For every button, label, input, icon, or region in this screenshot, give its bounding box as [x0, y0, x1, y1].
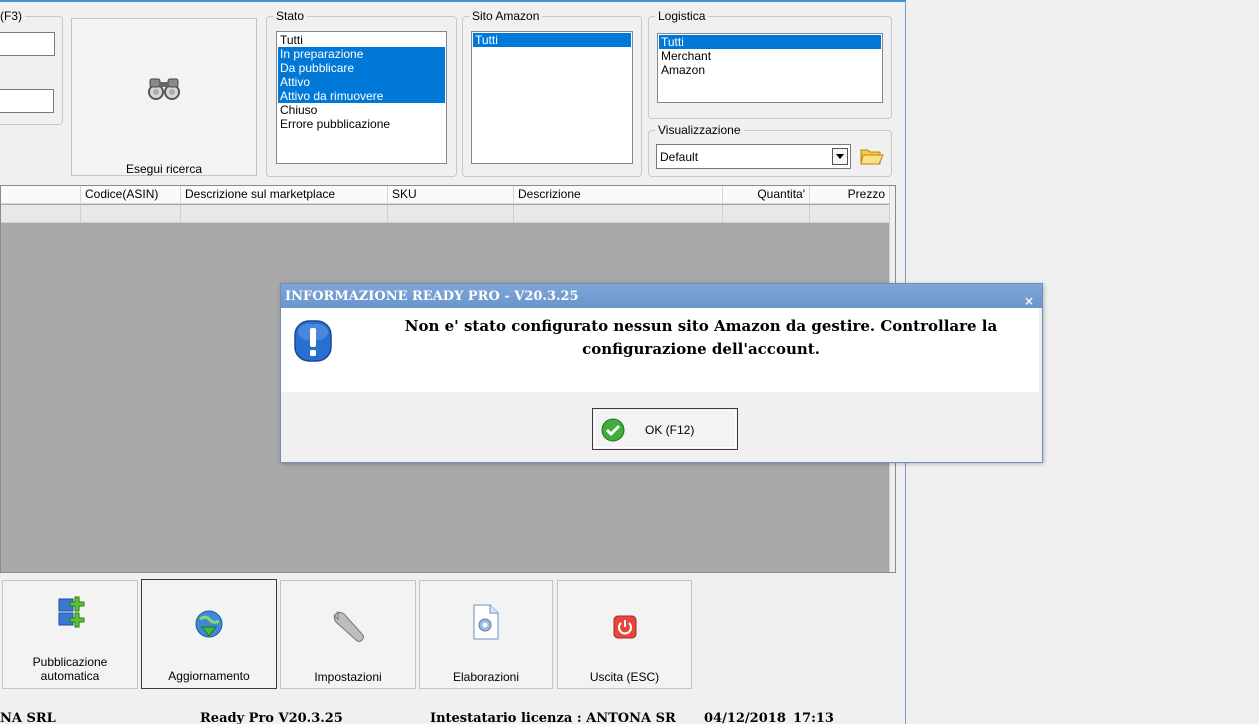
stato-list-item[interactable]: Attivo: [278, 75, 445, 89]
stato-list-item[interactable]: In preparazione: [278, 47, 445, 61]
search-button[interactable]: Esegui ricerca: [71, 18, 257, 176]
dialog-message: Non e' stato configurato nessun sito Ama…: [361, 315, 1041, 361]
folder-icon[interactable]: [858, 145, 884, 167]
dialog-message-line1: Non e' stato configurato nessun sito Ama…: [404, 317, 998, 335]
grid-col-blank: [1, 186, 81, 204]
stato-list-item[interactable]: Chiuso: [278, 103, 445, 117]
uscita-button[interactable]: Uscita (ESC): [557, 580, 692, 689]
publish-add-icon: [58, 596, 85, 628]
impostazioni-button[interactable]: Impostazioni: [280, 580, 416, 689]
stato-listbox[interactable]: Tutti In preparazione Da pubblicare Attivo A…: [276, 31, 447, 164]
visualizzazione-select[interactable]: Default: [656, 144, 851, 169]
info-dialog: INFORMAZIONE READY PRO - V20.3.25 × Non …: [280, 283, 1043, 463]
grid-header: Codice(ASIN) Descrizione sul marketplace…: [1, 186, 895, 204]
visualizzazione-value: Default: [660, 150, 699, 164]
impostazioni-label: Impostazioni: [314, 670, 382, 684]
aggiornamento-button[interactable]: Aggiornamento: [141, 579, 277, 689]
logistica-list-item[interactable]: Tutti: [659, 35, 881, 49]
sito-amazon-listbox[interactable]: Tutti: [471, 31, 633, 164]
globe-download-icon: [195, 610, 223, 638]
sito-list-item[interactable]: Tutti: [473, 33, 631, 47]
stato-list-item[interactable]: Tutti: [278, 33, 445, 47]
pubblicazione-automatica-button[interactable]: Pubblicazione automatica: [2, 580, 138, 689]
logistica-list-item[interactable]: Amazon: [659, 63, 881, 77]
logistica-listbox[interactable]: Tutti Merchant Amazon: [657, 33, 883, 103]
status-version: Ready Pro V20.3.25: [200, 711, 343, 724]
status-license: Intestatario licenza : ANTONA SR: [430, 711, 676, 724]
dialog-message-line2: configurazione dell'account.: [582, 340, 820, 358]
dropdown-arrow-icon[interactable]: [832, 148, 848, 165]
grid-col-descrizione-marketplace[interactable]: Descrizione sul marketplace: [181, 186, 388, 204]
search-button-label: Esegui ricerca: [125, 162, 203, 176]
binoculars-icon: [148, 78, 180, 100]
check-icon: [601, 418, 625, 442]
status-time: 17:13: [793, 711, 834, 724]
sito-amazon-legend: Sito Amazon: [472, 9, 540, 23]
stato-list-item[interactable]: Errore pubblicazione: [278, 117, 445, 131]
search-group-legend: (F3): [0, 9, 22, 23]
power-off-icon: [613, 615, 637, 639]
elaborazioni-label: Elaborazioni: [452, 670, 520, 684]
grid-col-descrizione[interactable]: Descrizione: [514, 186, 723, 204]
status-date: 04/12/2018: [704, 711, 786, 724]
grid-empty-row: [1, 205, 895, 223]
visualizzazione-legend: Visualizzazione: [658, 123, 741, 137]
stato-list-item[interactable]: Da pubblicare: [278, 61, 445, 75]
dialog-title-bar[interactable]: INFORMAZIONE READY PRO - V20.3.25 ×: [281, 284, 1042, 308]
status-company: NA SRL: [0, 711, 56, 724]
dialog-body: Non e' stato configurato nessun sito Ama…: [281, 308, 1039, 392]
pubblicazione-label-line2: automatica: [40, 669, 100, 683]
logistica-legend: Logistica: [658, 9, 706, 23]
grid-col-asin[interactable]: Codice(ASIN): [81, 186, 181, 204]
ok-button-label: OK (F12): [645, 423, 695, 437]
document-gear-icon: [473, 604, 499, 640]
search-field-1[interactable]: [0, 32, 55, 56]
pubblicazione-label-line1: Pubblicazione: [32, 655, 108, 669]
dialog-title: INFORMAZIONE READY PRO - V20.3.25: [285, 289, 579, 304]
ok-button[interactable]: OK (F12): [592, 408, 738, 450]
grid-col-sku[interactable]: SKU: [388, 186, 514, 204]
wrench-icon: [333, 611, 364, 642]
stato-list-item[interactable]: Attivo da rimuovere: [278, 89, 445, 103]
elaborazioni-button[interactable]: Elaborazioni: [419, 580, 553, 689]
grid-col-prezzo[interactable]: Prezzo: [810, 186, 890, 204]
window-top-border: [0, 0, 906, 2]
logistica-list-item[interactable]: Merchant: [659, 49, 881, 63]
grid-col-quantita[interactable]: Quantita': [723, 186, 810, 204]
uscita-label: Uscita (ESC): [589, 670, 660, 684]
stato-legend: Stato: [276, 9, 305, 23]
search-field-2[interactable]: [0, 89, 54, 113]
aggiornamento-label: Aggiornamento: [168, 669, 250, 683]
exclamation-icon: [294, 320, 332, 362]
